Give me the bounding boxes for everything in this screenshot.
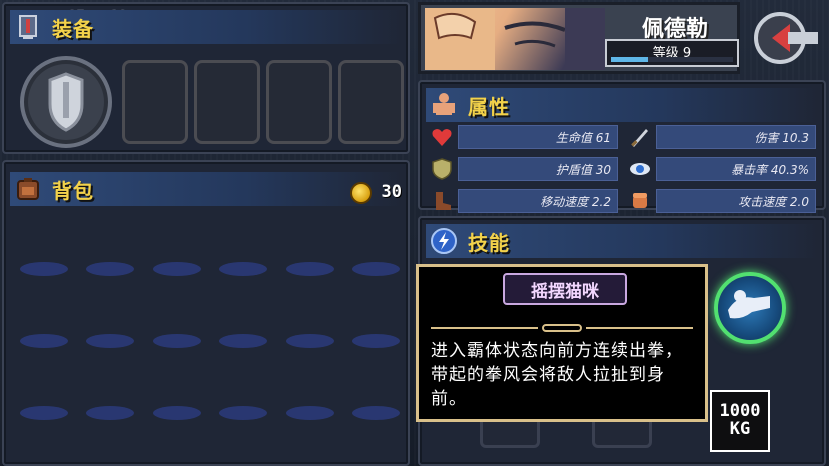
backpack-slot[interactable]	[219, 406, 268, 420]
attr-crit-value: 暴击率 40.3%	[656, 157, 816, 181]
attributes-title: 属性	[468, 94, 510, 119]
tooltip-description: 进入霸体状态向前方连续出拳，带起的拳风会将敌人拉扯到身前。	[431, 341, 683, 409]
backpack-slot[interactable]	[351, 262, 400, 276]
weapon-slot[interactable]	[20, 56, 112, 148]
backpack-row	[20, 406, 400, 424]
backpack-slot[interactable]	[219, 262, 268, 276]
coin-icon	[350, 182, 372, 204]
heart-icon	[432, 129, 452, 146]
attr-move-speed: 移动速度 2.2	[430, 188, 618, 214]
tooltip-divider	[431, 323, 693, 333]
equip-slot-1[interactable]	[122, 60, 188, 144]
eye-icon	[630, 163, 650, 175]
skills-header: 技能	[426, 224, 818, 258]
weight-badge: 1000 KG	[710, 390, 770, 452]
back-button[interactable]	[750, 4, 824, 72]
shield-icon	[432, 158, 452, 180]
hero-face-image	[425, 8, 605, 70]
attr-move-speed-value: 移动速度 2.2	[458, 189, 618, 213]
body-icon	[433, 93, 455, 115]
weight-unit: KG	[729, 419, 751, 439]
backpack-icon	[17, 178, 39, 200]
attribute-grid: 生命值 61 伤害 10.3 护盾值 30 暴击率 40.3% 移动速度 2.2…	[430, 124, 816, 220]
shield-sword-icon	[48, 72, 84, 132]
tooltip-title: 摇摆猫咪	[531, 281, 599, 302]
backpack-slot[interactable]	[351, 334, 400, 348]
equipment-title: 装备	[52, 16, 94, 41]
attr-health: 生命值 61	[430, 124, 618, 150]
backpack-header: 背包	[10, 172, 402, 206]
backpack-slot[interactable]	[86, 262, 135, 276]
fist-icon	[633, 193, 647, 208]
hero-portrait-panel: 佩德勒 等级 9	[418, 2, 740, 74]
backpack-slot[interactable]	[285, 406, 334, 420]
skill-button[interactable]	[714, 272, 786, 344]
attributes-header: 属性	[426, 88, 818, 122]
backpack-slot[interactable]	[20, 262, 68, 276]
backpack-slot[interactable]	[351, 406, 400, 420]
tooltip-title-frame: 摇摆猫咪	[503, 273, 627, 305]
backpack-row	[20, 334, 400, 352]
backpack-slot[interactable]	[20, 406, 68, 420]
punch-skill-icon	[728, 290, 770, 319]
xp-bar-fill	[611, 57, 648, 62]
hero-portrait	[425, 8, 605, 70]
backpack-slot[interactable]	[152, 406, 201, 420]
xp-bar	[611, 57, 733, 62]
equip-slot-3[interactable]	[266, 60, 332, 144]
attributes-panel: 属性 生命值 61 伤害 10.3 护盾值 30 暴击率 40.3% 移动速度 …	[418, 80, 826, 213]
backpack-slot[interactable]	[152, 334, 201, 348]
lightning-icon	[431, 228, 457, 254]
attr-attack-speed-value: 攻击速度 2.0	[656, 189, 816, 213]
skill-tooltip: 摇摆猫咪 进入霸体状态向前方连续出拳，带起的拳风会将敌人拉扯到身前。	[416, 264, 708, 422]
back-arrow-icon	[754, 12, 818, 64]
equip-slot-4[interactable]	[338, 60, 404, 144]
backpack-grid	[20, 262, 400, 466]
backpack-slot[interactable]	[86, 406, 135, 420]
backpack-slot[interactable]	[20, 334, 68, 348]
equip-slot-2[interactable]	[194, 60, 260, 144]
equipment-panel: 97 19 装备	[2, 2, 410, 154]
attr-damage-value: 伤害 10.3	[656, 125, 816, 149]
boot-icon	[436, 192, 451, 210]
attr-damage: 伤害 10.3	[628, 124, 816, 150]
attr-health-value: 生命值 61	[458, 125, 618, 149]
backpack-slot[interactable]	[285, 262, 334, 276]
backpack-panel: 背包 30	[2, 160, 410, 466]
attr-armor: 护盾值 30	[430, 156, 618, 182]
coin-count: 30	[381, 182, 402, 202]
armor-icon	[19, 15, 37, 39]
backpack-slot[interactable]	[219, 334, 268, 348]
level-box: 等级 9	[605, 39, 739, 67]
attr-crit: 暴击率 40.3%	[628, 156, 816, 182]
equipment-header: 装备	[10, 10, 402, 44]
skills-title: 技能	[468, 230, 510, 255]
backpack-row	[20, 262, 400, 280]
backpack-slot[interactable]	[285, 334, 334, 348]
attr-attack-speed: 攻击速度 2.0	[628, 188, 816, 214]
sword-icon	[631, 129, 648, 147]
backpack-slot[interactable]	[86, 334, 135, 348]
backpack-slot[interactable]	[152, 262, 201, 276]
backpack-title: 背包	[52, 178, 94, 203]
attr-armor-value: 护盾值 30	[458, 157, 618, 181]
